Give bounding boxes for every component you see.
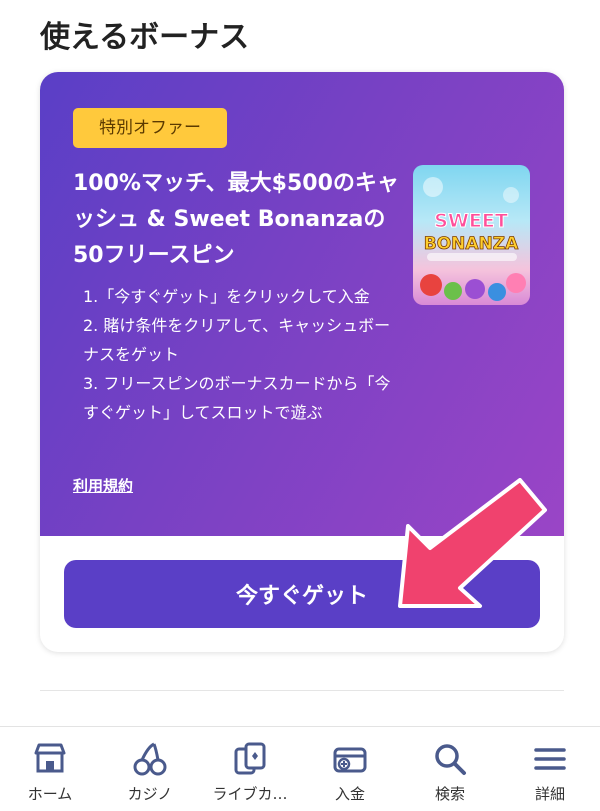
nav-item-casino[interactable]: カジノ — [100, 727, 200, 811]
nav-label-more: 詳細 — [534, 785, 565, 803]
offer-step: 1.「今すぐゲット」をクリックして入金 — [83, 287, 370, 306]
nav-item-home[interactable]: ホーム — [0, 727, 100, 811]
offer-step: 2. 賭け条件をクリアして、キャッシュボーナスをゲット — [83, 316, 391, 364]
nav-label-search: 検索 — [434, 785, 465, 803]
search-icon — [435, 744, 466, 775]
bonus-card-header: 特別オファー 100%マッチ、最大$500のキャッシュ & Sweet Bona… — [40, 72, 564, 536]
offer-steps-list: 1.「今すぐゲット」をクリックして入金 2. 賭け条件をクリアして、キャッシュボ… — [83, 282, 403, 427]
terms-link[interactable]: 利用規約 — [73, 475, 133, 496]
thumbnail-logo-line1: SWEET — [434, 210, 508, 232]
bottom-navigation: ホーム カジノ ライブカ… 入金 検索 詳細 — [0, 726, 600, 811]
wallet-plus-icon — [333, 747, 367, 773]
sweet-bonanza-art: SWEET BONANZA — [420, 177, 526, 301]
sweet-bonanza-thumbnail[interactable]: SWEET BONANZA — [413, 165, 530, 305]
nav-label-deposit: 入金 — [334, 785, 365, 803]
section-divider — [40, 690, 564, 691]
nav-item-deposit[interactable]: 入金 — [300, 727, 400, 811]
thumbnail-logo-line2: BONANZA — [424, 234, 519, 254]
cards-icon — [234, 742, 266, 775]
nav-item-search[interactable]: 検索 — [400, 727, 500, 811]
nav-item-more[interactable]: 詳細 — [500, 727, 600, 811]
offer-title: 100%マッチ、最大$500のキャッシュ & Sweet Bonanzaの50フ… — [73, 171, 399, 268]
store-icon — [34, 743, 66, 773]
nav-label-home: ホーム — [27, 785, 73, 803]
special-offer-badge: 特別オファー — [73, 108, 227, 148]
nav-item-live-casino[interactable]: ライブカ… — [200, 727, 300, 811]
offer-step: 3. フリースピンのボーナスカードから「今すぐゲット」してスロットで遊ぶ — [83, 374, 391, 422]
page-title: 使えるボーナス — [40, 20, 250, 55]
nav-label-casino: カジノ — [127, 785, 173, 803]
menu-icon — [534, 748, 566, 770]
nav-label-live-casino: ライブカ… — [212, 785, 288, 803]
cherries-icon — [133, 742, 167, 776]
pointer-arrow-icon — [398, 478, 547, 608]
